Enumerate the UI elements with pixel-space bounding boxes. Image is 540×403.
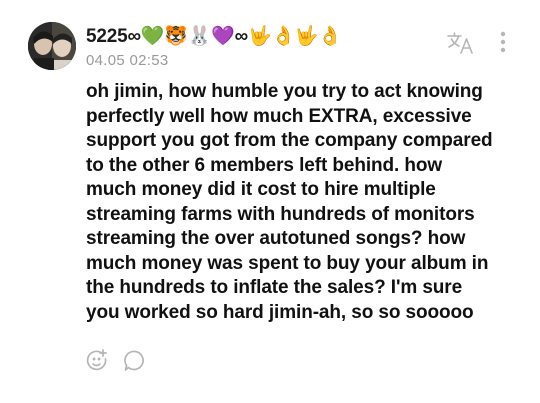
comment-post: 5225∞💚🐯🐰💜∞🤟👌🤟👌 04.05 02:53 oh jimin, how… <box>0 0 540 403</box>
add-reaction-icon <box>86 349 107 371</box>
author-name[interactable]: 5225∞💚🐯🐰💜∞🤟👌🤟👌 <box>86 24 342 48</box>
more-options-button[interactable] <box>494 28 512 58</box>
more-vertical-icon <box>500 31 506 53</box>
comment-body: oh jimin, how humble you try to act know… <box>86 81 493 323</box>
add-reaction-button[interactable] <box>84 348 110 374</box>
translate-icon <box>447 32 473 54</box>
translate-button[interactable] <box>446 30 476 56</box>
comment-bubble-icon <box>124 350 144 371</box>
profile-photo-icon <box>28 22 76 70</box>
post-timestamp: 04.05 02:53 <box>86 52 169 69</box>
avatar[interactable] <box>28 22 76 70</box>
reply-button[interactable] <box>122 348 148 374</box>
